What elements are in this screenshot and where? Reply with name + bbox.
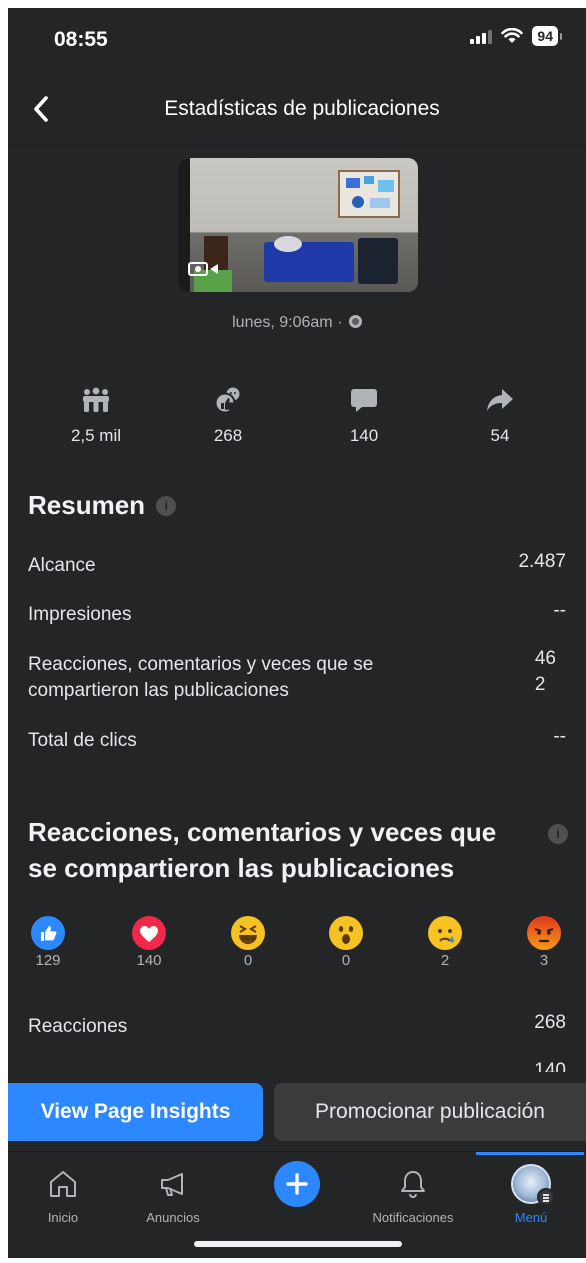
reaction-count: 140 [136, 952, 162, 969]
haha-icon [231, 916, 265, 950]
tab-label: Inicio [47, 1210, 79, 1225]
summary-value-engagement: 46 2 [534, 648, 556, 695]
metric-comments: 140 [324, 384, 404, 446]
metrics-row: 2,5 mil 268 140 54 [8, 384, 586, 454]
metric-reactions: 268 [188, 384, 268, 446]
info-icon[interactable]: i [548, 824, 568, 844]
metric-shares: 54 [460, 384, 540, 446]
reaction-love: 140 [129, 916, 169, 969]
engagement-value-reactions: 268 [534, 1012, 566, 1033]
angry-icon [527, 916, 561, 950]
post-date: lunes, 9:06am · [8, 314, 586, 332]
reaction-count: 0 [243, 952, 253, 969]
love-icon [132, 916, 166, 950]
view-page-insights-button[interactable]: View Page Insights [8, 1083, 263, 1141]
reaction-angry: 3 [524, 916, 564, 969]
sad-icon [428, 916, 462, 950]
reaction-wow: 0 [326, 916, 366, 969]
post-thumbnail[interactable] [178, 158, 418, 292]
battery-indicator: 94 [532, 26, 562, 46]
reaction-count: 2 [440, 952, 450, 969]
globe-icon [348, 315, 362, 328]
promote-post-button[interactable]: Promocionar publicación [274, 1083, 586, 1141]
metric-value: 268 [213, 426, 243, 445]
reaction-count: 0 [341, 952, 351, 969]
tab-notifications[interactable]: Notificaciones [358, 1162, 468, 1225]
metric-value: 54 [490, 426, 510, 445]
summary-section-title: Resumen i [28, 490, 177, 521]
engagement-label-reactions: Reacciones [28, 1016, 128, 1037]
summary-label-clicks: Total de clics [28, 730, 137, 751]
home-indicator [194, 1241, 402, 1247]
reactions-icon [214, 387, 240, 414]
wifi-icon [501, 28, 524, 43]
tab-menu[interactable]: Menú [476, 1162, 586, 1225]
summary-label-reach: Alcance [28, 555, 96, 576]
reaction-like: 129 [28, 916, 68, 969]
page-title: Estadísticas de publicaciones [164, 97, 440, 120]
comment-icon [351, 389, 377, 412]
metric-reach: 2,5 mil [56, 384, 136, 446]
tab-label: Anuncios [146, 1210, 200, 1225]
share-icon [487, 389, 513, 411]
tab-ads[interactable]: Anuncios [118, 1162, 228, 1225]
reaction-count: 129 [35, 952, 61, 969]
megaphone-icon [161, 1173, 183, 1196]
info-icon[interactable]: i [156, 496, 177, 516]
menu-icon [537, 1188, 555, 1206]
reaction-sad: 2 [425, 916, 465, 969]
home-icon [50, 1171, 76, 1197]
bell-icon [401, 1171, 425, 1198]
profile-menu-icon [511, 1164, 555, 1206]
wow-icon [329, 916, 363, 950]
tab-label: Menú [514, 1210, 548, 1225]
bulletin-board [338, 170, 400, 218]
plus-icon [274, 1161, 320, 1207]
signal-icon [470, 28, 493, 44]
summary-label-engagement: Reacciones, comentarios y veces que se c… [28, 654, 374, 701]
reaction-haha: 0 [228, 916, 268, 969]
tab-create[interactable] [242, 1161, 352, 1207]
summary-value-clicks: -- [553, 726, 566, 747]
summary-value-impressions: -- [553, 600, 566, 621]
tab-label: Notificaciones [372, 1210, 454, 1225]
post-insights-screen: 08:55 94 Estadísticas de publicaciones l… [8, 8, 586, 1258]
status-icons: 94 [470, 26, 562, 46]
metric-value: 2,5 mil [70, 426, 122, 445]
active-tab-indicator [476, 1152, 584, 1155]
status-time: 08:55 [54, 28, 108, 51]
status-bar: 08:55 94 [8, 8, 586, 72]
like-icon [31, 916, 65, 950]
summary-value-reach: 2.487 [518, 551, 566, 572]
tab-home[interactable]: Inicio [8, 1162, 118, 1225]
metric-value: 140 [349, 426, 379, 445]
summary-label-impressions: Impresiones [28, 604, 132, 625]
video-camera-icon [188, 256, 226, 282]
header: Estadísticas de publicaciones [8, 72, 586, 146]
people-reached-icon [83, 387, 109, 412]
engagement-section-title: Reacciones, comentarios y veces que se c… [28, 817, 497, 883]
engagement-value-comments: 140 [534, 1060, 566, 1072]
reaction-count: 3 [539, 952, 549, 969]
